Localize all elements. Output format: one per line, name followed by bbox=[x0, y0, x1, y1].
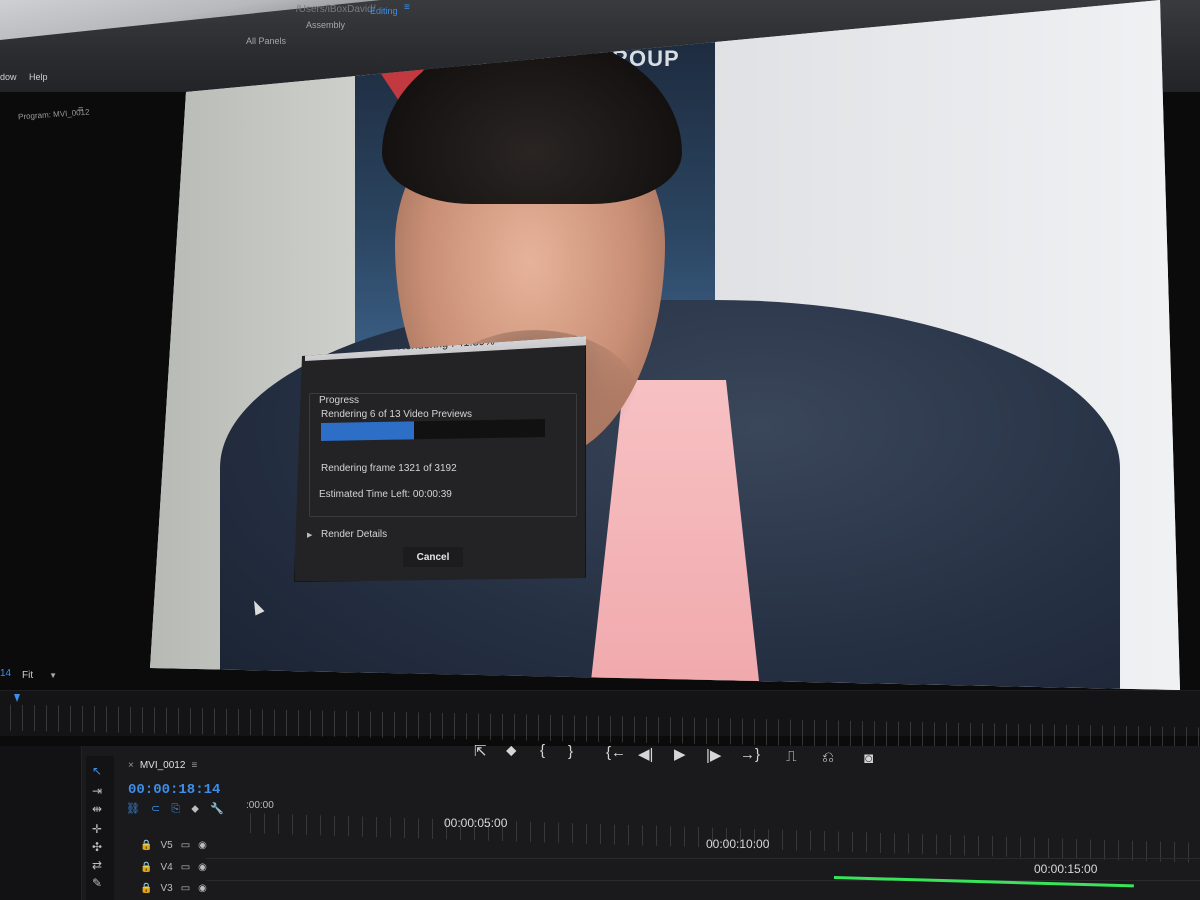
go-to-out-icon[interactable]: →} bbox=[740, 746, 760, 763]
render-details-disclosure-icon[interactable]: ▶ bbox=[307, 531, 312, 539]
camera-icon[interactable]: ◙ bbox=[864, 750, 873, 767]
timeline-timecode[interactable]: 00:00:18:14 bbox=[128, 782, 220, 798]
extract-icon[interactable]: ⎌ bbox=[822, 749, 834, 766]
track-lane[interactable] bbox=[206, 858, 1200, 859]
nest-icon[interactable]: ⛓ bbox=[126, 803, 140, 815]
step-back-icon[interactable]: ◀| bbox=[638, 745, 653, 763]
window-title-bar bbox=[0, 0, 520, 41]
tab-sequence[interactable]: × MVI_0012 ≡ bbox=[128, 760, 197, 771]
play-icon[interactable]: ▶ bbox=[674, 745, 686, 763]
timeline-tool-row: ⛓ ⊂ ⎘ ⬥ 🔧 bbox=[126, 802, 232, 816]
linked-selection-icon[interactable]: ⎘ bbox=[171, 803, 180, 815]
rate-stretch-tool-icon[interactable]: ✛ bbox=[92, 822, 102, 836]
snap-icon[interactable]: ⊂ bbox=[151, 803, 160, 815]
film-icon[interactable]: ▭ bbox=[181, 840, 190, 851]
track-label: V3 bbox=[160, 883, 173, 894]
step-forward-icon[interactable]: |▶ bbox=[706, 746, 721, 764]
export-frame-icon[interactable]: ⇱ bbox=[474, 742, 487, 760]
eye-icon[interactable]: ◉ bbox=[198, 840, 207, 851]
menu-window[interactable]: dow bbox=[0, 72, 17, 82]
ripple-edit-tool-icon[interactable]: ⇹ bbox=[92, 802, 102, 816]
pen-tool-icon[interactable]: ✎ bbox=[92, 876, 102, 890]
render-details-toggle[interactable]: Render Details bbox=[321, 529, 387, 540]
track-header-v5: 🔒 V5 ▭ ◉ bbox=[140, 840, 207, 851]
marker-icon[interactable]: ⬥ bbox=[191, 803, 199, 815]
eye-icon[interactable]: ◉ bbox=[198, 883, 207, 894]
program-monitor-video: THE AUDRIN GROUP bbox=[150, 0, 1180, 690]
film-icon[interactable]: ▭ bbox=[181, 862, 190, 873]
chevron-down-icon: ▼ bbox=[49, 671, 58, 680]
track-label: V5 bbox=[160, 840, 173, 851]
razor-tool-icon[interactable]: ✣ bbox=[92, 840, 102, 854]
mark-out-icon[interactable]: } bbox=[568, 743, 573, 760]
workspace-tab-all-panels[interactable]: All Panels bbox=[246, 36, 286, 46]
close-icon[interactable]: × bbox=[128, 760, 134, 771]
lock-icon[interactable]: 🔒 bbox=[140, 840, 152, 851]
selection-tool-icon[interactable]: ↖ bbox=[92, 764, 102, 778]
lock-icon[interactable]: 🔒 bbox=[140, 883, 152, 894]
program-monitor-menu-icon[interactable]: ≡ bbox=[78, 104, 83, 114]
menu-bar: dow Help bbox=[0, 72, 58, 82]
zoom-value: Fit bbox=[22, 670, 34, 681]
render-progress-fill bbox=[321, 421, 414, 441]
ruler-start: :00:00 bbox=[246, 800, 274, 811]
workspace-menu-icon[interactable]: ≡ bbox=[404, 2, 410, 13]
menu-help[interactable]: Help bbox=[29, 72, 48, 82]
cancel-button[interactable]: Cancel bbox=[403, 547, 463, 567]
project-panel-edge bbox=[0, 746, 82, 900]
transport-controls: ⇱ ⬥ { } {← ◀| ▶ |▶ →} ⎍ ⎌ ◙ bbox=[466, 738, 896, 778]
project-path: /Users/iBoxDavid/ bbox=[296, 4, 376, 15]
ruler-15s: 00:00:15:00 bbox=[1034, 862, 1098, 876]
previews-status: Rendering 6 of 13 Video Previews bbox=[321, 409, 473, 420]
lift-icon[interactable]: ⎍ bbox=[786, 748, 797, 765]
go-to-in-icon[interactable]: {← bbox=[606, 744, 626, 761]
track-header-v3: 🔒 V3 ▭ ◉ bbox=[140, 883, 207, 894]
frame-status: Rendering frame 1321 of 3192 bbox=[321, 463, 457, 474]
eye-icon[interactable]: ◉ bbox=[198, 862, 207, 873]
workspace-tab-editing[interactable]: Editing bbox=[370, 6, 398, 16]
sequence-menu-icon[interactable]: ≡ bbox=[191, 760, 197, 771]
wrench-icon[interactable]: 🔧 bbox=[210, 803, 224, 815]
film-icon[interactable]: ▭ bbox=[181, 883, 190, 894]
sequence-name: MVI_0012 bbox=[139, 760, 186, 771]
render-dialog: Rendering : 41.39% Progress Rendering 6 … bbox=[294, 336, 586, 582]
track-label: V4 bbox=[160, 862, 173, 873]
monitor-playhead-time[interactable]: 14 bbox=[0, 668, 11, 679]
slip-tool-icon[interactable]: ⇄ bbox=[92, 858, 102, 872]
track-select-tool-icon[interactable]: ⇥ bbox=[92, 784, 102, 798]
ruler-5s: 00:00:05:00 bbox=[444, 816, 508, 830]
ruler-10s: 00:00:10:00 bbox=[706, 837, 770, 851]
track-header-v4: 🔒 V4 ▭ ◉ bbox=[140, 862, 207, 873]
workspace-tab-assembly[interactable]: Assembly bbox=[306, 20, 345, 30]
track-lane[interactable] bbox=[206, 880, 1200, 881]
mark-in-icon[interactable]: { bbox=[540, 742, 545, 759]
add-marker-icon[interactable]: ⬥ bbox=[506, 742, 517, 759]
lock-icon[interactable]: 🔒 bbox=[140, 862, 152, 873]
time-left-status: Estimated Time Left: 00:00:39 bbox=[319, 489, 452, 500]
zoom-select[interactable]: Fit ▼ bbox=[22, 670, 57, 681]
